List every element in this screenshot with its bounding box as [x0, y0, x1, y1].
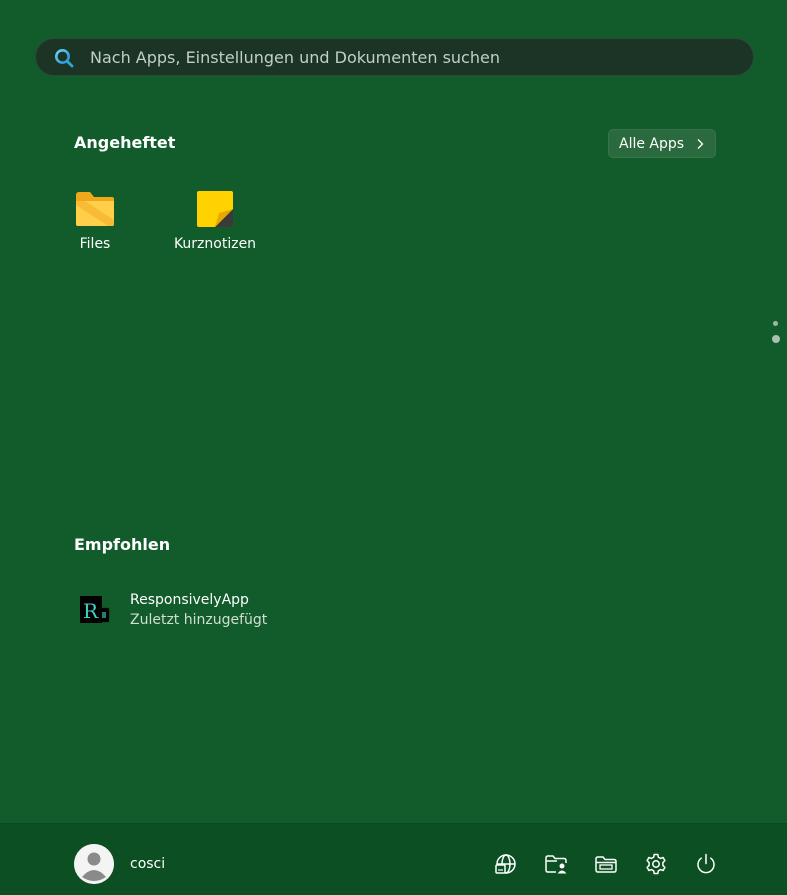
recommended-item-name: ResponsivelyApp — [130, 592, 249, 608]
recommended-item-subtitle: Zuletzt hinzugefügt — [130, 612, 268, 628]
pinned-app-kurznotizen[interactable]: Kurznotizen — [167, 186, 263, 266]
page-dot[interactable] — [773, 321, 778, 326]
web-button[interactable] — [494, 852, 518, 876]
search-icon — [54, 48, 74, 68]
power-icon — [694, 852, 718, 876]
sticky-notes-icon — [195, 190, 235, 228]
folder-icon — [75, 190, 115, 228]
page-dot-active[interactable] — [772, 335, 780, 343]
recommended-section-title: Empfohlen — [74, 535, 171, 554]
all-apps-button[interactable]: Alle Apps — [608, 129, 716, 158]
folder-user-icon — [544, 852, 568, 876]
folder-user-button[interactable] — [544, 852, 568, 876]
start-footer: cosci — [0, 823, 787, 895]
pinned-app-files[interactable]: Files — [47, 186, 143, 266]
page-indicator[interactable] — [772, 320, 780, 346]
user-name: cosci — [130, 856, 166, 872]
chevron-right-icon — [695, 138, 705, 150]
avatar — [74, 844, 114, 884]
power-button[interactable] — [694, 852, 718, 876]
settings-button[interactable] — [644, 852, 668, 876]
pinned-app-label: Files — [79, 236, 111, 252]
all-apps-label: Alle Apps — [619, 135, 685, 152]
responsively-app-icon: R — [80, 596, 110, 623]
gear-icon — [644, 852, 668, 876]
file-explorer-button[interactable] — [594, 852, 618, 876]
search-box[interactable] — [35, 38, 754, 76]
start-menu: Angeheftet Alle Apps Files Kurznoti — [0, 0, 787, 895]
file-explorer-icon — [594, 852, 618, 876]
search-input[interactable] — [90, 39, 740, 75]
user-account-button[interactable]: cosci — [74, 844, 194, 884]
recommended-item[interactable]: R ResponsivelyApp Zuletzt hinzugefügt — [70, 584, 330, 636]
svg-text:R: R — [83, 599, 99, 623]
pinned-section-title: Angeheftet — [74, 133, 176, 152]
pinned-app-label: Kurznotizen — [173, 236, 257, 252]
web-icon — [494, 852, 518, 876]
